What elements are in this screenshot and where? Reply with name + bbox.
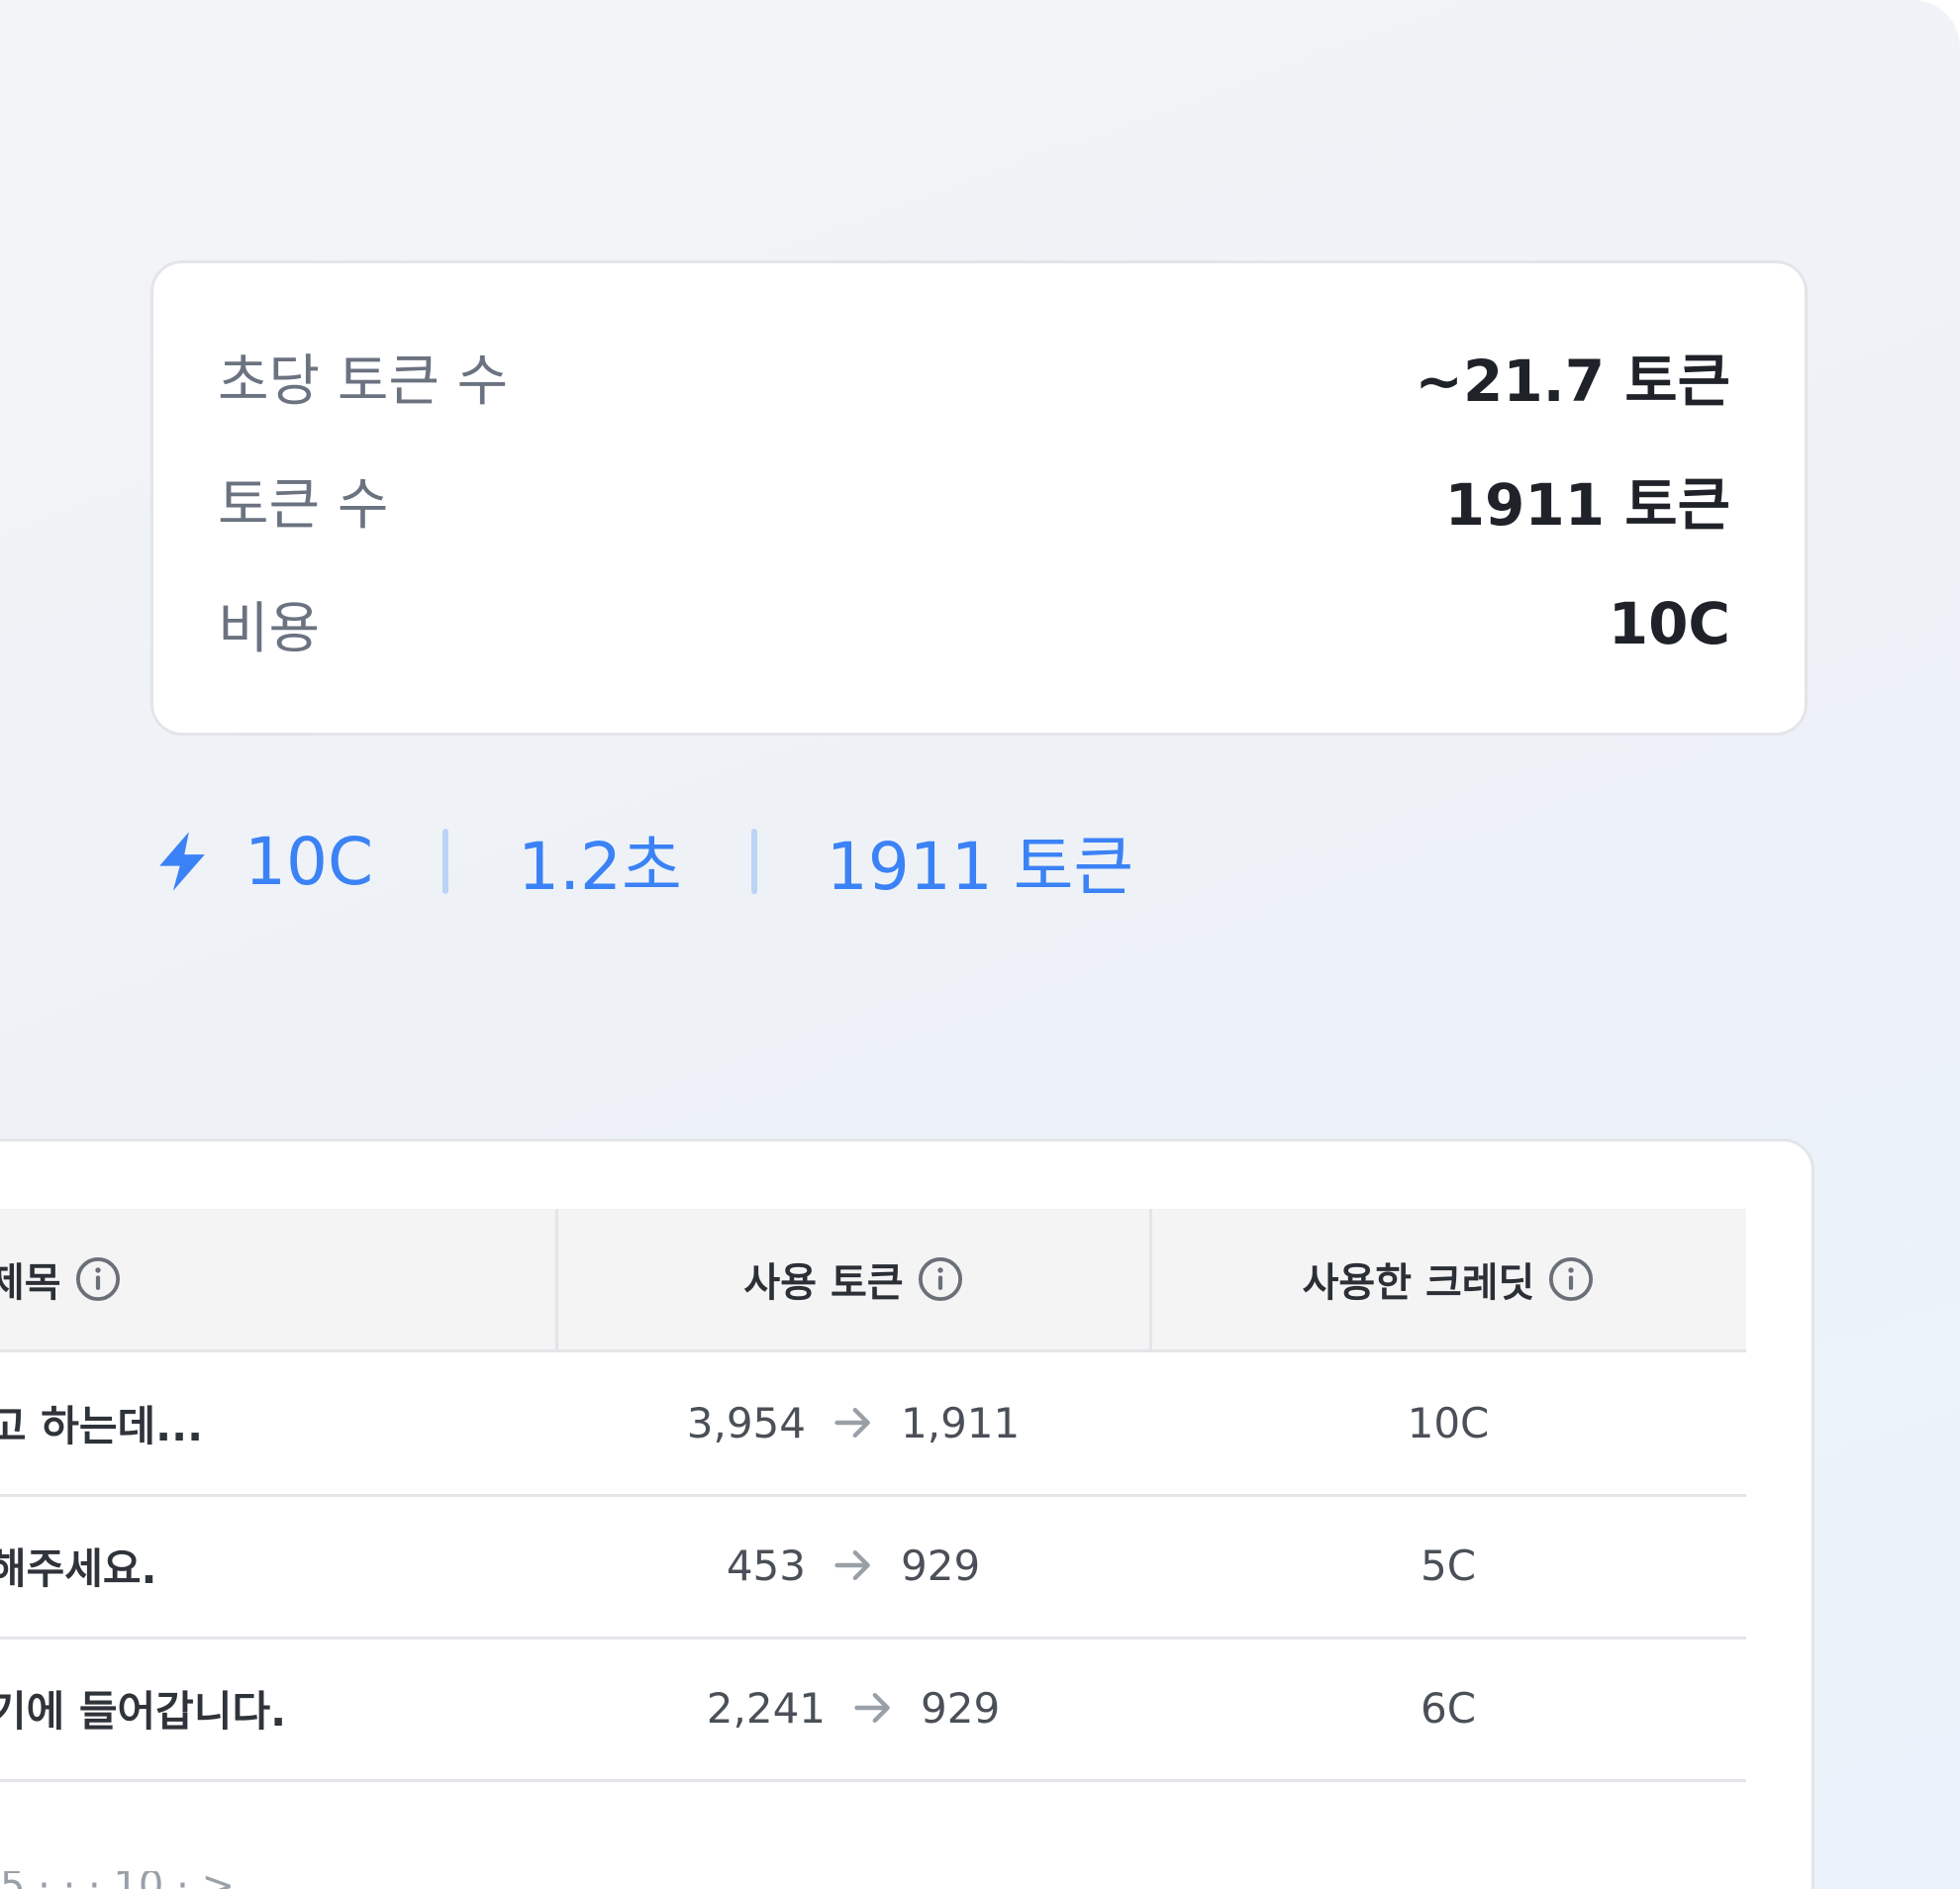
table-row[interactable]: 해주세요. 453 929 5C: [0, 1494, 1746, 1640]
stat-row-cost: 비용 10C: [218, 584, 1730, 663]
row-credits: 10C: [1407, 1398, 1490, 1447]
info-icon[interactable]: [75, 1256, 121, 1302]
row-tokens: 3,954 1,911: [556, 1351, 1150, 1494]
tokens-out: 1,911: [901, 1398, 1021, 1447]
header-credits-label: 사용한 크레딧: [1302, 1260, 1535, 1306]
stat-label: 비용: [218, 596, 321, 661]
tokens-in: 453: [726, 1541, 806, 1590]
summary-credits: 10C: [245, 823, 374, 900]
stat-value: 10C: [1608, 590, 1730, 657]
tokens-out: 929: [921, 1683, 1001, 1733]
info-icon[interactable]: [1548, 1256, 1594, 1302]
info-icon[interactable]: [918, 1256, 963, 1302]
arrow-right-icon: [854, 1692, 890, 1724]
header-title: 제목: [0, 1209, 556, 1349]
arrow-right-icon: [834, 1407, 870, 1439]
header-title-label: 제목: [0, 1260, 61, 1306]
usage-summary: 10C 1.2초 1911 토큰: [153, 812, 1133, 911]
arrow-right-icon: [834, 1549, 870, 1581]
tokens-in: 3,954: [686, 1398, 806, 1447]
row-credits: 6C: [1420, 1683, 1477, 1733]
table-row[interactable]: 고 하는데... 3,954 1,911 10C: [0, 1351, 1746, 1497]
row-title: 고 하는데...: [0, 1401, 204, 1450]
table-row[interactable]: 기에 들어갑니다. 2,241 929 6C: [0, 1637, 1746, 1782]
bolt-icon: [159, 832, 205, 891]
row-title: 기에 들어갑니다.: [0, 1686, 287, 1736]
tokens-in: 2,241: [706, 1683, 827, 1733]
stat-value: 1911 토큰: [1444, 471, 1730, 539]
summary-tokens: 1911 토큰: [826, 829, 1134, 905]
pagination-partial[interactable]: 5 · · · 10 · >: [0, 1871, 396, 1889]
separator: [442, 829, 449, 894]
stat-label: 초당 토큰 수: [218, 348, 509, 414]
header-tokens-label: 사용 토큰: [743, 1260, 904, 1306]
row-tokens: 2,241 929: [556, 1637, 1150, 1779]
stat-value: ~21.7 토큰: [1415, 348, 1730, 415]
pagination-text: 5 · · · 10 · >: [0, 1871, 396, 1889]
stat-row-token-count: 토큰 수 1911 토큰: [218, 460, 1730, 540]
stat-label: 토큰 수: [218, 472, 389, 538]
separator: [750, 829, 757, 894]
header-tokens-used: 사용 토큰: [556, 1209, 1150, 1349]
row-title: 해주세요.: [0, 1543, 157, 1593]
summary-duration: 1.2초: [518, 829, 682, 905]
stat-row-tokens-per-second: 초당 토큰 수 ~21.7 토큰: [218, 337, 1730, 416]
page-canvas: 초당 토큰 수 ~21.7 토큰 토큰 수 1911 토큰 비용 10C 10C…: [0, 0, 1960, 1889]
row-credits: 5C: [1420, 1541, 1477, 1590]
tokens-out: 929: [901, 1541, 981, 1590]
header-credits-used: 사용한 크레딧: [1150, 1209, 1746, 1349]
row-tokens: 453 929: [556, 1494, 1150, 1637]
